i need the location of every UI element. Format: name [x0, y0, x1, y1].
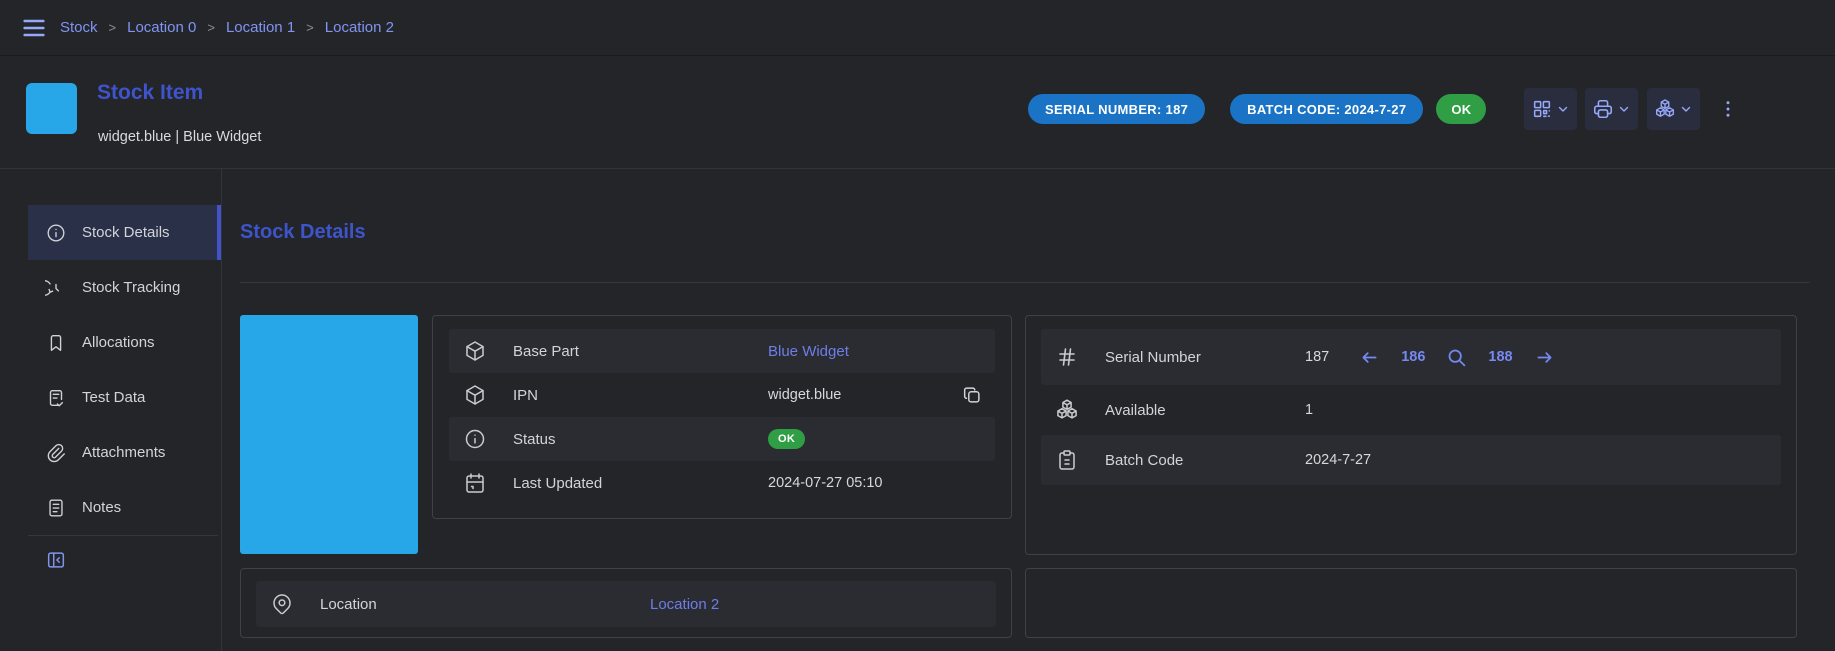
serial-navigation: 186 188: [1359, 347, 1554, 368]
chevron-down-icon: [1679, 102, 1693, 116]
row-label: Serial Number: [1105, 349, 1305, 366]
location-link[interactable]: Location 2: [650, 596, 996, 613]
table-row: Batch Code 2024-7-27: [1041, 435, 1781, 485]
bookmark-icon: [45, 332, 67, 354]
stock-item-thumbnail[interactable]: [26, 83, 77, 134]
table-row: Available 1: [1041, 385, 1781, 435]
breadcrumb-separator: >: [109, 20, 117, 35]
file-check-icon: [45, 387, 67, 409]
hash-icon: [1055, 345, 1079, 369]
notes-icon: [45, 497, 67, 519]
calendar-icon: [463, 471, 487, 495]
header-actions: SERIAL NUMBER: 187 BATCH CODE: 2024-7-27…: [1028, 79, 1739, 139]
breadcrumb-separator: >: [207, 20, 215, 35]
panel-heading: Stock Details: [240, 221, 366, 244]
clipboard-icon: [1055, 448, 1079, 472]
row-label: Base Part: [513, 343, 768, 360]
page-title: Stock Item: [97, 81, 203, 105]
table-row: Serial Number 187 186 188: [1041, 329, 1781, 385]
main-panel: Stock Details Base Part Blue Widget IPN …: [223, 169, 1835, 651]
barcode-actions-button[interactable]: [1524, 88, 1577, 130]
arrow-left-icon[interactable]: [1359, 347, 1380, 368]
print-actions-button[interactable]: [1585, 88, 1638, 130]
sidebar-item-notes[interactable]: Notes: [28, 480, 221, 535]
previous-serial-link[interactable]: 186: [1401, 349, 1425, 365]
table-row: Last Updated 2024-07-27 05:10: [449, 461, 995, 505]
table-row: IPN widget.blue: [449, 373, 995, 417]
row-label: Status: [513, 431, 768, 448]
sidebar-item-label: Stock Tracking: [82, 279, 180, 296]
history-icon: [45, 277, 67, 299]
table-row: Location Location 2: [256, 581, 996, 627]
info-circle-icon: [45, 222, 67, 244]
search-icon[interactable]: [1446, 347, 1467, 368]
row-label: Last Updated: [513, 475, 768, 492]
arrow-right-icon[interactable]: [1534, 347, 1555, 368]
info-circle-icon: [463, 427, 487, 451]
quantity-card: Serial Number 187 186 188: [1025, 315, 1797, 555]
qr-code-icon: [1531, 98, 1553, 120]
stock-cubes-icon: [1654, 98, 1676, 120]
batch-code-badge: BATCH CODE: 2024-7-27: [1230, 94, 1423, 124]
stock-item-image[interactable]: [240, 315, 418, 554]
row-label: Location: [320, 596, 650, 613]
row-label: IPN: [513, 387, 768, 404]
printer-icon: [1592, 98, 1614, 120]
chevron-down-icon: [1556, 102, 1570, 116]
last-updated-value: 2024-07-27 05:10: [768, 475, 995, 491]
serial-number-value: 187: [1305, 349, 1329, 365]
copy-icon[interactable]: [961, 384, 983, 406]
row-label: Batch Code: [1105, 452, 1305, 469]
table-row: Base Part Blue Widget: [449, 329, 995, 373]
page-header: Stock Item widget.blue | Blue Widget SER…: [0, 57, 1835, 169]
sidebar-item-label: Notes: [82, 499, 121, 516]
sidebar-item-stock-tracking[interactable]: Stock Tracking: [28, 260, 221, 315]
location-card: Location Location 2: [240, 568, 1012, 638]
breadcrumb-location-2[interactable]: Location 2: [325, 19, 394, 36]
map-pin-icon: [270, 592, 294, 616]
table-row: Status OK: [449, 417, 995, 461]
heading-divider: [240, 282, 1810, 283]
next-serial-link[interactable]: 188: [1488, 349, 1512, 365]
stock-actions-button[interactable]: [1647, 88, 1700, 130]
breadcrumb: Stock > Location 0 > Location 1 > Locati…: [60, 19, 394, 36]
more-options-button[interactable]: [1717, 98, 1739, 120]
status-ok-badge: OK: [768, 429, 805, 449]
breadcrumb-separator: >: [306, 20, 314, 35]
serial-number-badge: SERIAL NUMBER: 187: [1028, 94, 1205, 124]
breadcrumb-stock[interactable]: Stock: [60, 19, 98, 36]
sidebar-collapse-button[interactable]: [45, 549, 67, 571]
empty-panel: [1025, 568, 1797, 638]
box-icon: [463, 383, 487, 407]
base-part-link[interactable]: Blue Widget: [768, 343, 995, 360]
sidebar-item-label: Stock Details: [82, 224, 170, 241]
box-icon: [463, 339, 487, 363]
page-subtitle: widget.blue | Blue Widget: [98, 129, 261, 145]
stock-cubes-icon: [1055, 398, 1079, 422]
hamburger-menu-icon[interactable]: [20, 14, 48, 42]
sidebar-item-test-data[interactable]: Test Data: [28, 370, 221, 425]
breadcrumb-location-0[interactable]: Location 0: [127, 19, 196, 36]
available-value: 1: [1305, 402, 1781, 418]
row-label: Available: [1105, 402, 1305, 419]
sidebar: Stock Details Stock Tracking Allocations…: [0, 169, 222, 651]
ipn-value: widget.blue: [768, 387, 841, 403]
chevron-down-icon: [1617, 102, 1631, 116]
sidebar-divider: [28, 535, 218, 536]
top-navbar: Stock > Location 0 > Location 1 > Locati…: [0, 0, 1835, 56]
paperclip-icon: [45, 442, 67, 464]
sidebar-item-label: Allocations: [82, 334, 155, 351]
batch-code-value: 2024-7-27: [1305, 452, 1781, 468]
sidebar-item-stock-details[interactable]: Stock Details: [28, 205, 221, 260]
details-card: Base Part Blue Widget IPN widget.blue St…: [432, 315, 1012, 519]
sidebar-item-label: Attachments: [82, 444, 165, 461]
status-badge: OK: [1436, 94, 1486, 124]
sidebar-item-allocations[interactable]: Allocations: [28, 315, 221, 370]
breadcrumb-location-1[interactable]: Location 1: [226, 19, 295, 36]
sidebar-item-label: Test Data: [82, 389, 145, 406]
sidebar-item-attachments[interactable]: Attachments: [28, 425, 221, 480]
